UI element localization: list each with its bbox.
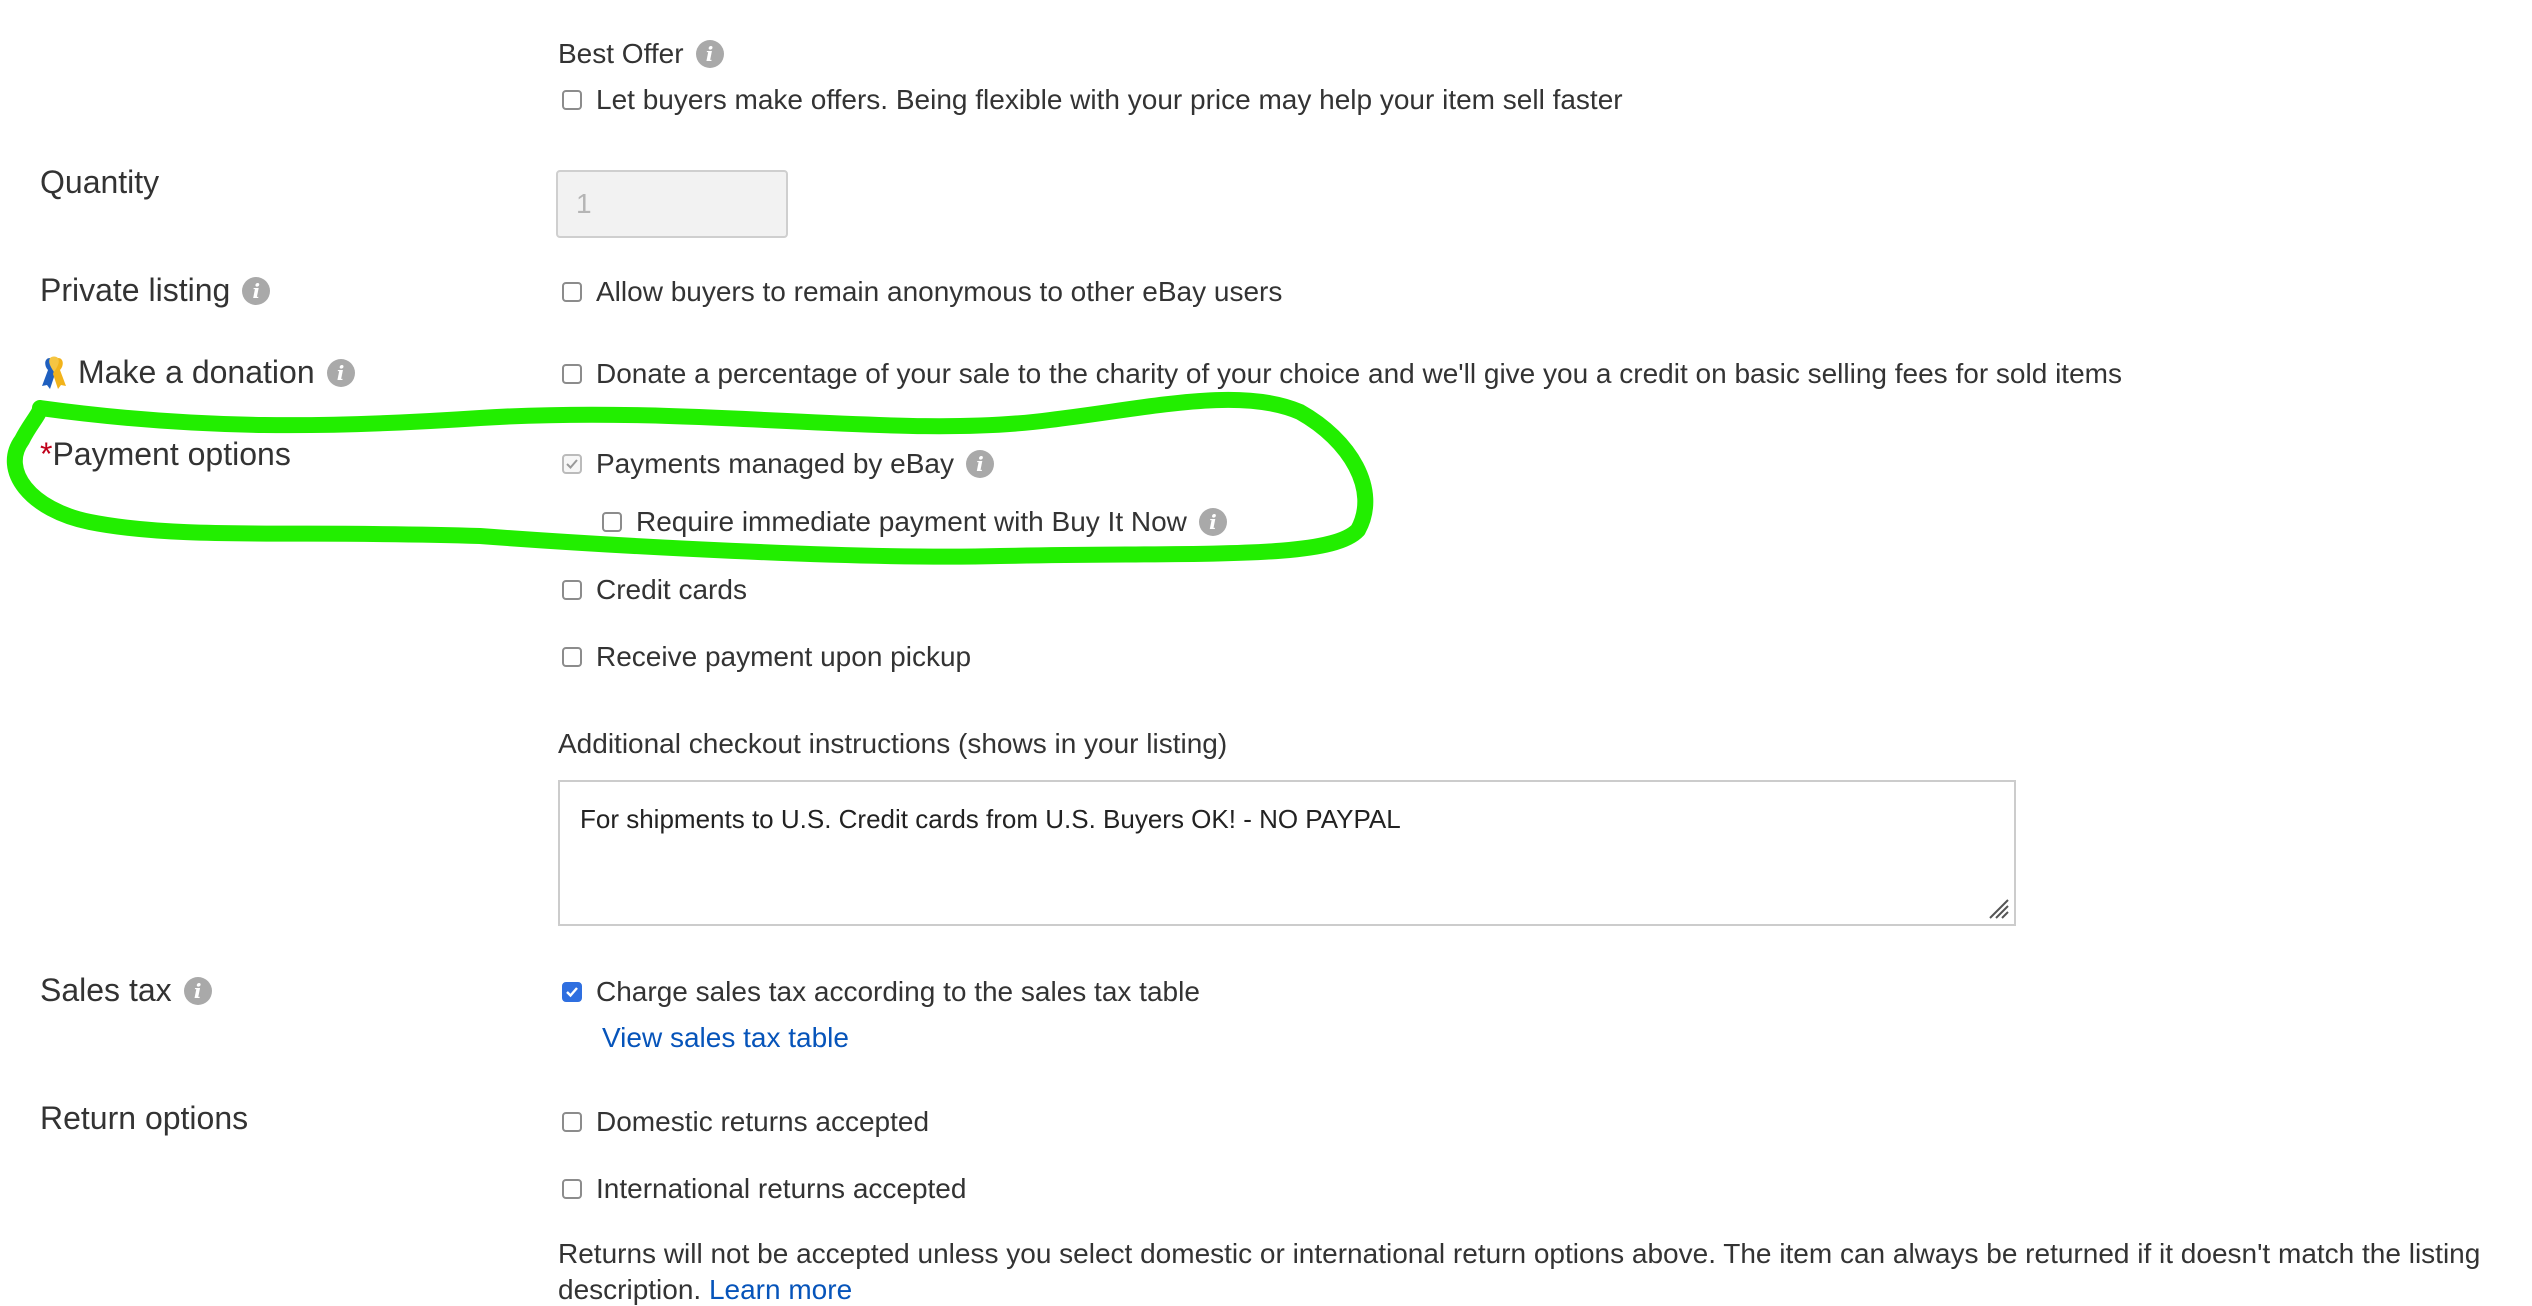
quantity-label: Quantity bbox=[40, 164, 159, 201]
payments-managed-label: Payments managed by eBay bbox=[596, 448, 954, 479]
private-listing-checkbox-label: Allow buyers to remain anonymous to othe… bbox=[596, 276, 1283, 307]
payments-managed-option[interactable]: Payments managed by eBay i bbox=[562, 448, 994, 480]
info-icon[interactable]: i bbox=[326, 358, 355, 387]
best-offer-option[interactable]: Let buyers make offers. Being flexible w… bbox=[562, 84, 1623, 116]
private-listing-label-text: Private listing bbox=[40, 272, 231, 308]
credit-cards-label: Credit cards bbox=[596, 574, 747, 605]
required-marker: * bbox=[40, 436, 53, 472]
return-options-label-text: Return options bbox=[40, 1100, 249, 1136]
credit-cards-option[interactable]: Credit cards bbox=[562, 574, 747, 606]
quantity-label-text: Quantity bbox=[40, 164, 160, 200]
domestic-returns-checkbox[interactable] bbox=[562, 1112, 582, 1132]
learn-more-link[interactable]: Learn more bbox=[709, 1274, 852, 1305]
sales-tax-checkbox-label: Charge sales tax according to the sales … bbox=[596, 976, 1200, 1007]
sales-tax-label-text: Sales tax bbox=[40, 972, 172, 1008]
returns-note-line2: description. Learn more bbox=[558, 1274, 852, 1306]
sales-tax-checkbox[interactable] bbox=[562, 982, 582, 1002]
checkmark-icon bbox=[566, 459, 578, 469]
payment-options-label-text: Payment options bbox=[52, 436, 291, 472]
return-options-label: Return options bbox=[40, 1100, 248, 1137]
immediate-payment-label: Require immediate payment with Buy It No… bbox=[636, 506, 1187, 537]
donation-label-text: Make a donation bbox=[78, 354, 315, 390]
info-icon[interactable]: i bbox=[965, 450, 994, 478]
info-icon[interactable]: i bbox=[242, 276, 271, 305]
checkout-instructions-label: Additional checkout instructions (shows … bbox=[558, 728, 1228, 759]
international-returns-option[interactable]: International returns accepted bbox=[562, 1173, 966, 1205]
checkmark-icon bbox=[566, 987, 578, 998]
donation-option[interactable]: Donate a percentage of your sale to the … bbox=[562, 358, 2122, 390]
checkout-instructions-value: For shipments to U.S. Credit cards from … bbox=[580, 804, 1401, 834]
highlight-annotation bbox=[6, 391, 1374, 565]
resize-grip-icon[interactable] bbox=[1984, 894, 2010, 920]
best-offer-checkbox-label: Let buyers make offers. Being flexible w… bbox=[596, 84, 1623, 115]
pickup-payment-checkbox[interactable] bbox=[562, 647, 582, 667]
donation-checkbox[interactable] bbox=[562, 364, 582, 384]
quantity-input[interactable]: 1 bbox=[556, 170, 788, 238]
info-icon[interactable]: i bbox=[1198, 508, 1227, 536]
view-sales-tax-table-link[interactable]: View sales tax table bbox=[602, 1022, 849, 1054]
private-listing-checkbox[interactable] bbox=[562, 282, 582, 302]
returns-note-description: description. bbox=[558, 1274, 702, 1305]
private-listing-option[interactable]: Allow buyers to remain anonymous to othe… bbox=[562, 276, 1282, 308]
checkout-instructions-textarea[interactable]: For shipments to U.S. Credit cards from … bbox=[558, 780, 2016, 926]
credit-cards-checkbox[interactable] bbox=[562, 580, 582, 600]
best-offer-heading: Best Offer i bbox=[558, 38, 724, 70]
payments-managed-checkbox[interactable] bbox=[562, 454, 582, 474]
pickup-payment-option[interactable]: Receive payment upon pickup bbox=[562, 641, 971, 673]
payment-options-label: * Payment options bbox=[40, 436, 291, 473]
domestic-returns-label: Domestic returns accepted bbox=[596, 1106, 930, 1137]
international-returns-label: International returns accepted bbox=[596, 1173, 967, 1204]
info-icon[interactable]: i bbox=[695, 40, 724, 68]
domestic-returns-option[interactable]: Domestic returns accepted bbox=[562, 1106, 929, 1138]
info-icon[interactable]: i bbox=[183, 976, 212, 1005]
sales-tax-option[interactable]: Charge sales tax according to the sales … bbox=[562, 976, 1200, 1008]
best-offer-checkbox[interactable] bbox=[562, 90, 582, 110]
pickup-payment-label: Receive payment upon pickup bbox=[596, 641, 972, 672]
sales-tax-label: Sales tax i bbox=[40, 972, 212, 1009]
ribbon-icon bbox=[42, 356, 66, 389]
immediate-payment-checkbox[interactable] bbox=[602, 512, 622, 532]
best-offer-title: Best Offer bbox=[558, 38, 684, 69]
donation-label: Make a donation i bbox=[40, 354, 355, 391]
returns-note-line1: Returns will not be accepted unless you … bbox=[558, 1238, 2481, 1269]
international-returns-checkbox[interactable] bbox=[562, 1179, 582, 1199]
donation-checkbox-label: Donate a percentage of your sale to the … bbox=[596, 358, 2122, 389]
immediate-payment-option[interactable]: Require immediate payment with Buy It No… bbox=[602, 506, 1227, 538]
private-listing-label: Private listing i bbox=[40, 272, 271, 309]
